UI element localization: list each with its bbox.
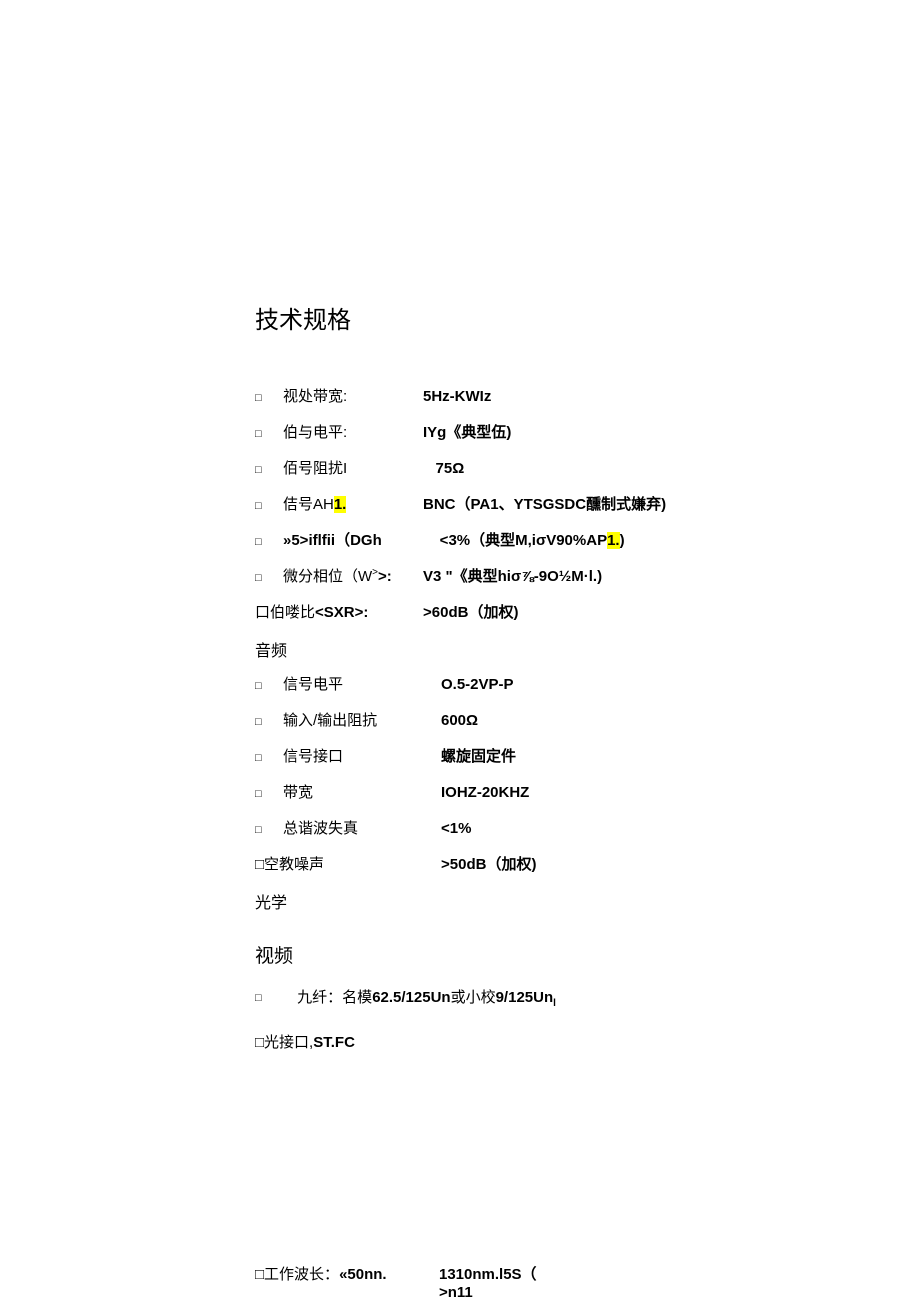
spec-value: <1% (441, 817, 471, 841)
spec-row: □ 信号接口 螺旋固定件 (255, 745, 920, 769)
spec-value: O.5-2VP-P (441, 673, 514, 697)
spec-label: 口伯喽比<SXR>: (255, 601, 423, 625)
section-head-audio: 音频 (255, 637, 920, 661)
spec-row: □ 带宽 IOHZ-20KHZ (255, 781, 920, 805)
spec-value: V3 "《典型hiσ⅞-9O½M·l.) (423, 565, 602, 589)
bullet-icon: □ (255, 498, 265, 516)
spec-label: 总谐波失真 (283, 817, 441, 841)
spec-row: □空教噪声 >50dB（加权) (255, 853, 920, 877)
spec-value: BNC（PA1、YTSGSDC醺制式嫌弃) (423, 493, 666, 517)
spec-label: □光接口, (255, 1034, 313, 1051)
spec-label: 输入/输出阻抗 (283, 709, 441, 733)
bullet-icon: □ (255, 822, 265, 840)
bullet-icon: □ (255, 992, 265, 1004)
spec-label: 带宽 (283, 781, 441, 805)
spec-row: □ 佶号AH1. BNC（PA1、YTSGSDC醺制式嫌弃) (255, 493, 920, 517)
spec-value: ST.FC (313, 1034, 355, 1051)
spec-row: □ »5>iflfii（DGh <3%（典型M,iσV90%AP1.) (255, 529, 920, 553)
fiber-text: 九纤：名模62.5/125Un或小校9/125Unl (297, 989, 556, 1006)
highlighted-text: 1. (607, 532, 620, 549)
spec-row: □ 总谐波失真 <1% (255, 817, 920, 841)
bullet-icon: □ (255, 390, 265, 408)
spec-label: 伯与电平: (283, 421, 423, 445)
bullet-icon: □ (255, 750, 265, 768)
spec-row: □ 输入/输出阻抗 600Ω (255, 709, 920, 733)
bullet-icon: □ (255, 534, 265, 552)
spec-label: □空教噪声 (255, 853, 441, 877)
spec-row: □ 九纤：名模62.5/125Un或小校9/125Unl (255, 986, 920, 1009)
bullet-icon: □ (255, 570, 265, 588)
spec-row: □ 微分相位（W>>: V3 "《典型hiσ⅞-9O½M·l.) (255, 565, 920, 589)
bullet-icon: □ (255, 786, 265, 804)
spec-label: 微分相位（W>>: (283, 565, 423, 589)
footer-spec: □工作波长：«50nn. 1310nm.l5S（ >n11 (255, 1263, 537, 1301)
spec-label: 佶号AH1. (283, 493, 423, 517)
spec-value: IYg《典型伍) (423, 421, 511, 445)
spec-label: 信号电平 (283, 673, 441, 697)
spec-value: 螺旋固定件 (441, 745, 516, 769)
spec-value: >50dB（加权) (441, 853, 536, 877)
spec-row: □ 信号电平 O.5-2VP-P (255, 673, 920, 697)
spec-label: »5>iflfii（DGh (283, 529, 423, 553)
bullet-icon: □ (255, 462, 265, 480)
bullet-icon: □ (255, 714, 265, 732)
section-head-video: 视频 (255, 941, 920, 968)
spec-value: 5Hz-KWIz (423, 385, 491, 409)
spec-value: 75Ω (423, 457, 464, 481)
spec-value: <3%（典型M,iσV90%AP1.) (423, 529, 625, 553)
spec-value: IOHZ-20KHZ (441, 781, 529, 805)
spec-value: 600Ω (441, 709, 478, 733)
section-head-optics: 光学 (255, 889, 920, 913)
spec-row: □ 视处带宽: 5Hz-KWIz (255, 385, 920, 409)
spec-label: 视处带宽: (283, 385, 423, 409)
highlighted-text: 1. (334, 496, 347, 513)
bullet-icon: □ (255, 426, 265, 444)
spec-row: □光接口,ST.FC (255, 1031, 920, 1052)
spec-label: □工作波长：«50nn. (255, 1263, 439, 1284)
spec-label: 信号接口 (283, 745, 441, 769)
spec-row: □ 伯与电平: IYg《典型伍) (255, 421, 920, 445)
spec-value: 1310nm.l5S（ >n11 (439, 1263, 537, 1301)
spec-row: 口伯喽比<SXR>: >60dB（加权) (255, 601, 920, 625)
spec-value: >60dB（加权) (423, 601, 518, 625)
spec-row: □ 佰号阻扰I 75Ω (255, 457, 920, 481)
bullet-icon: □ (255, 678, 265, 696)
spec-label: 佰号阻扰I (283, 457, 423, 481)
page-title: 技术规格 (255, 300, 920, 335)
